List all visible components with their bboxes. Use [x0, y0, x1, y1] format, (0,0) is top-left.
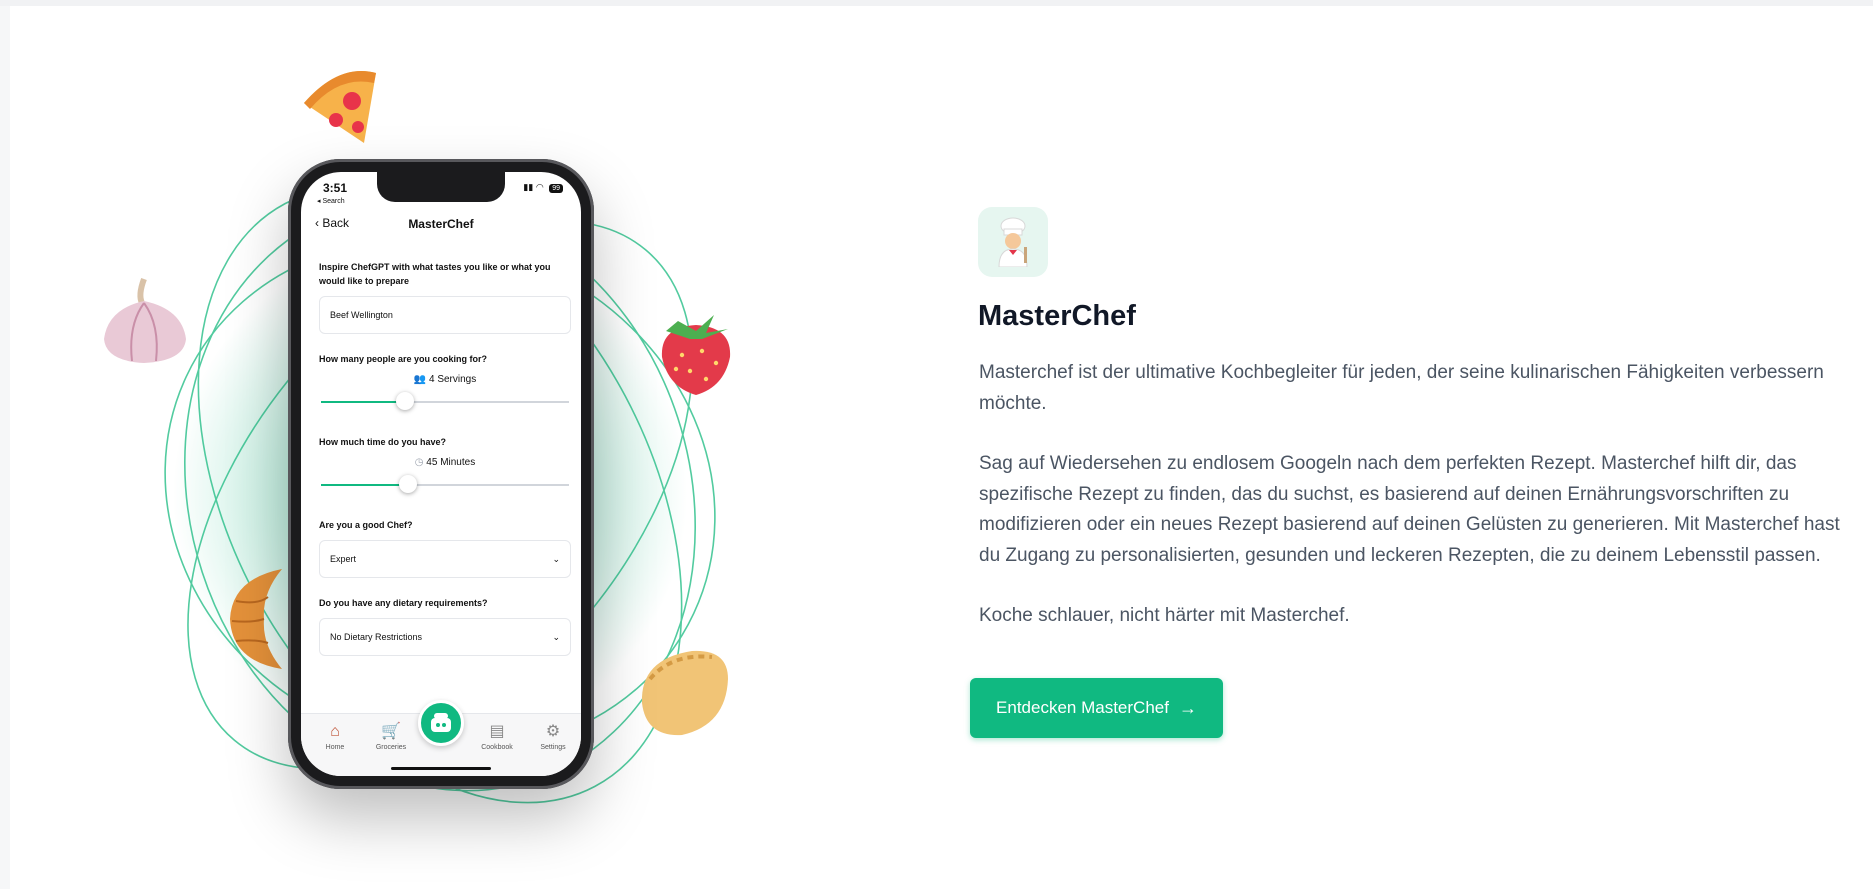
description-paragraph: Koche schlauer, nicht härter mit Masterc…	[979, 605, 1350, 626]
hero-illustration: 3:51 ◂ Search ▮▮ ◠ 99 ‹ Back MasterChef …	[80, 55, 800, 889]
tab-home-label: Home	[325, 744, 345, 751]
diet-value: No Dietary Restrictions	[330, 632, 423, 642]
pizza-icon	[304, 71, 376, 143]
wifi-icon: ◠	[535, 182, 544, 192]
phone-screen: 3:51 ◂ Search ▮▮ ◠ 99 ‹ Back MasterChef …	[301, 172, 581, 776]
people-icon: 👥	[413, 374, 427, 385]
garlic-icon	[104, 277, 186, 363]
discover-button-label: Entdecken MasterChef	[996, 698, 1169, 717]
home-indicator	[391, 767, 491, 770]
tab-groceries[interactable]: 🛒 Groceries	[365, 722, 417, 751]
signal-icon: ▮▮	[523, 182, 534, 192]
taste-label: Inspire ChefGPT with what tastes you lik…	[319, 262, 551, 286]
left-border	[0, 6, 10, 889]
chef-robot-icon	[431, 713, 451, 732]
tab-cookbook[interactable]: ▤ Cookbook	[471, 722, 523, 751]
chevron-down-icon: ⌄	[552, 553, 560, 564]
people-value-text: 4 Servings	[428, 374, 477, 385]
people-value: 👥 4 Servings	[319, 374, 571, 385]
dumpling-icon	[641, 650, 728, 736]
phone-mockup: 3:51 ◂ Search ▮▮ ◠ 99 ‹ Back MasterChef …	[288, 159, 594, 789]
chef-icon	[998, 217, 1028, 267]
strawberry-icon	[661, 315, 731, 395]
status-back-hint[interactable]: ◂ Search	[317, 197, 345, 205]
product-description: Masterchef ist der ultimative Kochbeglei…	[979, 358, 1849, 662]
tab-settings[interactable]: ⚙ Settings	[527, 722, 579, 751]
nav-bar: ‹ Back MasterChef	[301, 214, 581, 236]
people-slider-thumb[interactable]	[396, 392, 415, 410]
tab-cookbook-label: Cookbook	[481, 744, 513, 751]
nav-title: MasterChef	[408, 217, 474, 231]
clock-icon: ◷	[414, 457, 424, 468]
taste-input[interactable]: Beef Wellington	[319, 296, 571, 334]
cart-icon: 🛒	[381, 723, 401, 740]
tab-home[interactable]: ⌂ Home	[309, 722, 361, 751]
time-slider-thumb[interactable]	[398, 475, 417, 493]
diet-select[interactable]: No Dietary Restrictions ⌄	[319, 618, 571, 656]
gear-icon: ⚙	[545, 723, 561, 740]
croissant-icon	[230, 569, 282, 669]
chef-level-label: Are you a good Chef?	[319, 520, 413, 530]
time-value: ◷ 45 Minutes	[319, 457, 571, 468]
time-slider[interactable]	[319, 472, 571, 496]
tab-settings-label: Settings	[540, 744, 566, 751]
arrow-right-icon: →	[1178, 697, 1197, 718]
status-icons: ▮▮ ◠ 99	[523, 182, 563, 193]
tab-bar: ⌂ Home 🛒 Groceries ▤ Cookbook ⚙ Settings	[301, 700, 581, 776]
chef-level-value: Expert	[330, 554, 357, 564]
description-paragraph: Sag auf Wiedersehen zu endlosem Googeln …	[979, 453, 1840, 566]
product-icon-tile	[978, 207, 1048, 277]
tab-groceries-label: Groceries	[375, 744, 407, 751]
chevron-down-icon: ⌄	[552, 631, 560, 642]
book-icon: ▤	[489, 723, 505, 740]
chef-level-select[interactable]: Expert ⌄	[319, 540, 571, 578]
time-label: How much time do you have?	[319, 437, 447, 447]
people-slider[interactable]	[319, 389, 571, 413]
top-border	[0, 0, 1873, 6]
status-time: 3:51	[323, 181, 348, 195]
tab-chef[interactable]	[418, 700, 464, 746]
taste-input-value: Beef Wellington	[330, 310, 393, 320]
recipe-form: Inspire ChefGPT with what tastes you lik…	[319, 260, 571, 656]
diet-label: Do you have any dietary requirements?	[319, 598, 488, 608]
discover-button[interactable]: Entdecken MasterChef →	[970, 678, 1223, 738]
time-value-text: 45 Minutes	[426, 457, 476, 468]
phone-notch	[377, 172, 505, 202]
product-title: MasterChef	[978, 300, 1136, 332]
battery-icon: 99	[549, 184, 563, 193]
description-paragraph: Masterchef ist der ultimative Kochbeglei…	[979, 362, 1824, 414]
people-label: How many people are you cooking for?	[319, 354, 488, 364]
home-icon: ⌂	[330, 723, 340, 740]
